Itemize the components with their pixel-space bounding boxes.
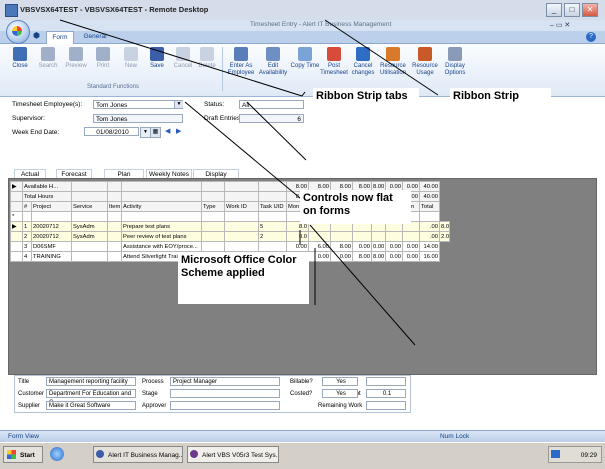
annotation-line [324,19,439,96]
annotation-lines [59,19,439,346]
annotation-line [184,101,307,204]
callout-ribbon-tabs: Ribbon Strip tabs [313,88,419,122]
annotation-line [309,224,416,346]
callout-ribbon-strip: Ribbon Strip [450,88,551,108]
annotation-line [301,91,306,97]
annotation-line [246,101,307,161]
callout-controls-flat: Controls now flat on forms [300,190,411,224]
callout-office-scheme: Microsoft Office Color Scheme applied [178,252,309,304]
annotation-line [59,19,303,97]
